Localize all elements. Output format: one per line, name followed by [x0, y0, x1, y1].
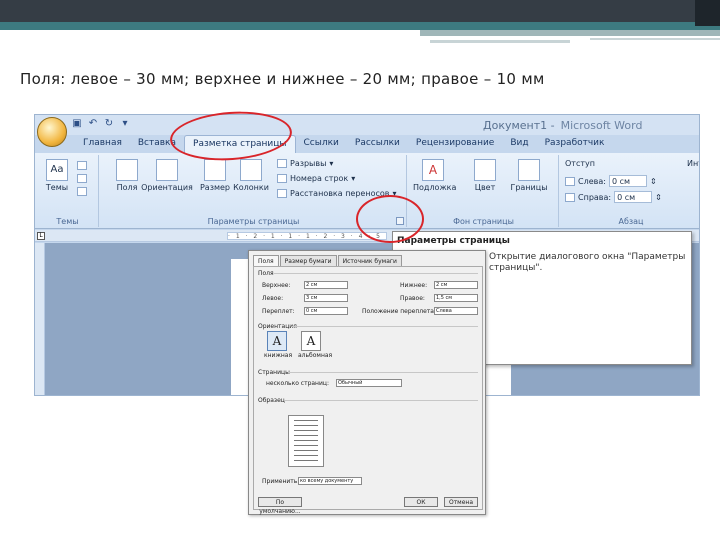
line-numbers-button[interactable]: Номера строк ▾ — [277, 174, 355, 183]
tab-view[interactable]: Вид — [502, 135, 536, 153]
page-setup-dialog: Поля Размер бумаги Источник бумаги Поля … — [248, 250, 486, 515]
gutter-position-select[interactable]: Слева — [434, 307, 478, 315]
cancel-button[interactable]: Отмена — [444, 497, 478, 507]
save-icon[interactable]: ▣ — [71, 118, 83, 129]
indent-left-row: Слева: 0 см ⇕ — [565, 175, 657, 187]
breaks-icon — [277, 159, 287, 168]
ribbon: Aa Темы Темы Поля Ориентация Размер Коло… — [35, 153, 699, 229]
hyphenation-icon — [277, 189, 287, 198]
top-margin-input[interactable]: 2 см — [304, 281, 348, 289]
vertical-ruler[interactable] — [35, 243, 45, 395]
right-margin-input[interactable]: 1,5 см — [434, 294, 478, 302]
pages-section-label: Страницы — [258, 369, 290, 376]
breaks-button[interactable]: Разрывы ▾ — [277, 159, 333, 168]
spacing-label: Инт — [687, 159, 699, 168]
page-setup-dialog-launcher[interactable] — [396, 217, 404, 225]
sample-section-label: Образец — [258, 397, 285, 404]
indent-right-input[interactable]: 0 см — [614, 191, 653, 203]
orientation-icon — [156, 159, 178, 181]
paragraph-group: Отступ Слева: 0 см ⇕ Справа: 0 см ⇕ Инт … — [561, 155, 699, 227]
margins-icon — [116, 159, 138, 181]
tab-selector-icon[interactable]: L — [37, 232, 45, 240]
size-icon — [204, 159, 226, 181]
size-button[interactable]: Размер — [195, 159, 235, 192]
office-button[interactable] — [37, 117, 67, 147]
slide-header-band — [0, 0, 720, 43]
apply-to-select[interactable]: ко всему документу — [298, 477, 362, 485]
line-numbers-icon — [277, 174, 287, 183]
indent-right-row: Справа: 0 см ⇕ — [565, 191, 662, 203]
margins-section-label: Поля — [258, 270, 274, 277]
landscape-icon: A — [301, 331, 321, 351]
portrait-icon: A — [267, 331, 287, 351]
title-bar: ▣ ↶ ↻ ▾ Документ1 - Microsoft Word — [35, 115, 699, 147]
page-color-button[interactable]: Цвет — [465, 159, 505, 192]
themes-icon: Aa — [46, 159, 68, 181]
left-margin-input[interactable]: 3 см — [304, 294, 348, 302]
watermark-button[interactable]: A Подложка — [413, 159, 456, 192]
portrait-option[interactable]: A книжная — [264, 331, 292, 359]
ok-button[interactable]: ОК — [404, 497, 438, 507]
spinner-icon[interactable]: ⇕ — [650, 177, 657, 186]
watermark-icon: A — [422, 159, 444, 181]
indent-left-icon — [565, 176, 575, 186]
theme-colors-icon[interactable] — [77, 161, 87, 170]
columns-icon — [240, 159, 262, 181]
page-color-icon — [474, 159, 496, 181]
page-borders-icon — [518, 159, 540, 181]
tab-mailings[interactable]: Рассылки — [347, 135, 408, 153]
orientation-section-label: Ориентация — [258, 323, 297, 330]
window-title: Документ1 - Microsoft Word — [483, 119, 643, 132]
tab-developer[interactable]: Разработчик — [537, 135, 613, 153]
themes-button[interactable]: Aa Темы — [37, 159, 77, 192]
indent-left-input[interactable]: 0 см — [608, 175, 647, 187]
tab-insert[interactable]: Вставка — [130, 135, 184, 153]
landscape-option[interactable]: A альбомная — [298, 331, 332, 359]
tab-home[interactable]: Главная — [75, 135, 130, 153]
page-borders-button[interactable]: Границы — [509, 159, 549, 192]
gutter-input[interactable]: 0 см — [304, 307, 348, 315]
undo-icon[interactable]: ↶ — [87, 118, 99, 129]
page-setup-group: Поля Ориентация Размер Колонки Разрывы ▾ … — [101, 155, 407, 227]
ribbon-tabs: Главная Вставка Разметка страницы Ссылки… — [35, 135, 699, 153]
slide-title: Поля: левое – 30 мм; верхнее и нижнее – … — [20, 70, 545, 88]
redo-icon[interactable]: ↻ — [103, 118, 115, 129]
theme-effects-icon[interactable] — [77, 187, 87, 196]
hyphenation-button[interactable]: Расстановка переносов ▾ — [277, 189, 397, 198]
quick-access-toolbar: ▣ ↶ ↻ ▾ — [71, 118, 131, 129]
multiple-pages-select[interactable]: Обычный — [336, 379, 402, 387]
themes-group: Aa Темы Темы — [37, 155, 99, 227]
tab-page-layout[interactable]: Разметка страницы — [184, 135, 296, 153]
spinner-icon[interactable]: ⇕ — [655, 193, 662, 202]
default-button[interactable]: По умолчанию... — [258, 497, 302, 515]
columns-button[interactable]: Колонки — [231, 159, 271, 192]
bottom-margin-input[interactable]: 2 см — [434, 281, 478, 289]
theme-fonts-icon[interactable] — [77, 174, 87, 183]
customize-icon[interactable]: ▾ — [119, 118, 131, 129]
indent-label: Отступ — [565, 159, 595, 168]
indent-right-icon — [565, 192, 575, 202]
page-background-group: A Подложка Цвет Границы Фон страницы — [409, 155, 559, 227]
sample-preview — [288, 415, 324, 467]
tab-review[interactable]: Рецензирование — [408, 135, 502, 153]
orientation-button[interactable]: Ориентация — [141, 159, 193, 192]
tab-references[interactable]: Ссылки — [296, 135, 347, 153]
